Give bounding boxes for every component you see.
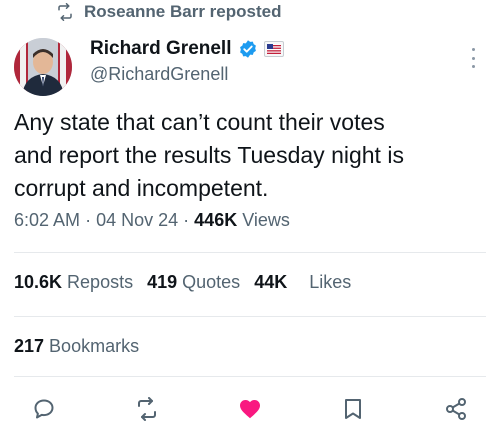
author-handle[interactable]: @RichardGrenell: [90, 64, 228, 85]
tweet-line: Any state that can’t count their votes: [14, 109, 385, 135]
quotes-count: 419: [147, 272, 178, 292]
share-icon: [446, 398, 466, 420]
likes-stat[interactable]: 44K Likes: [254, 272, 351, 293]
tweet-line: and report the results Tuesday night is: [14, 142, 404, 168]
reposts-count: 10.6K: [14, 272, 63, 292]
avatar-image: [14, 38, 72, 96]
bookmarks-count: 217: [14, 336, 45, 356]
action-bar: [30, 394, 470, 424]
share-button[interactable]: [442, 395, 470, 423]
tweet-meta: 6:02 AM · 04 Nov 24 · 446K Views: [14, 210, 290, 231]
bookmark-button[interactable]: [339, 395, 367, 423]
likes-label: Likes: [309, 272, 352, 292]
views-count: 446K: [194, 210, 238, 230]
engagement-stats: 10.6K Reposts 419 Quotes 44K Likes: [14, 272, 351, 293]
author-name-row[interactable]: Richard Grenell: [90, 38, 284, 60]
divider: [14, 376, 486, 377]
tweet-date[interactable]: 04 Nov 24: [96, 210, 178, 230]
divider: [14, 252, 486, 253]
quotes-stat[interactable]: 419 Quotes: [147, 272, 240, 293]
likes-count: 44K: [254, 272, 288, 292]
retweet-button[interactable]: [133, 395, 161, 423]
bookmarks-label: Bookmarks: [49, 336, 140, 356]
heart-icon: [240, 400, 260, 419]
repost-icon: [58, 3, 72, 21]
flag-badge-icon: [263, 41, 284, 57]
reposts-stat[interactable]: 10.6K Reposts: [14, 272, 133, 293]
tweet-time[interactable]: 6:02 AM: [14, 210, 80, 230]
divider: [14, 316, 486, 317]
meta-separator: ·: [85, 210, 92, 230]
verified-badge-icon: [239, 40, 256, 58]
repost-header[interactable]: Roseanne Barr reposted: [56, 2, 281, 22]
reply-button[interactable]: [30, 395, 58, 423]
like-button[interactable]: [236, 395, 264, 423]
author-name[interactable]: Richard Grenell: [90, 38, 232, 60]
bookmark-icon: [345, 399, 361, 419]
reply-icon: [34, 399, 54, 419]
retweet-icon: [138, 397, 156, 421]
views-label: Views: [242, 210, 290, 230]
quotes-label: Quotes: [182, 272, 241, 292]
repost-text: Roseanne Barr reposted: [84, 2, 282, 21]
reposts-label: Reposts: [67, 272, 134, 292]
avatar[interactable]: [14, 38, 72, 96]
tweet-text: Any state that can’t count their votes a…: [14, 106, 492, 205]
more-icon[interactable]: [470, 48, 476, 68]
bookmarks-stat[interactable]: 217 Bookmarks: [14, 336, 139, 357]
meta-separator: ·: [183, 210, 190, 230]
tweet-line: corrupt and incompetent.: [14, 175, 269, 201]
